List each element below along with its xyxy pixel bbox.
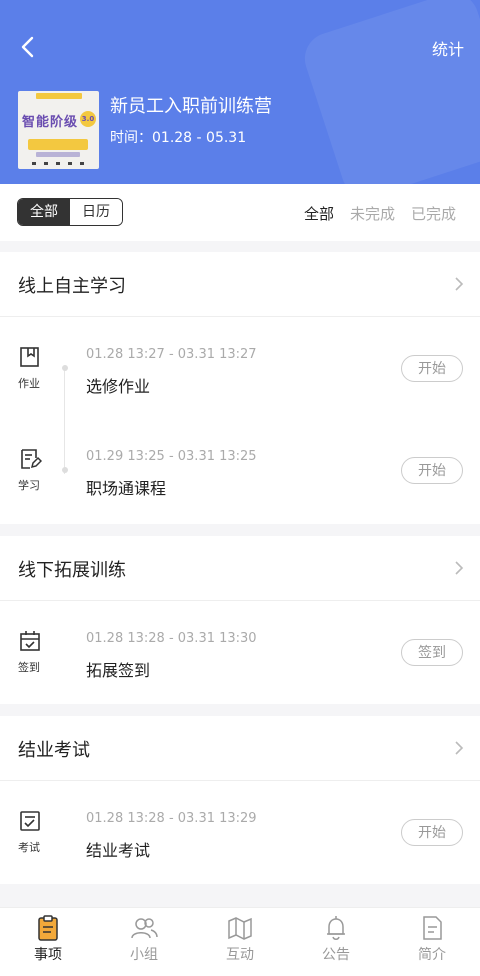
section-title: 线上自主学习 — [18, 276, 126, 297]
task-item[interactable]: 学习 01.29 13:25 - 03.31 13:25 职场通课程 开始 — [0, 419, 480, 521]
task-item[interactable]: 签到 01.28 13:28 - 03.31 13:30 拓展签到 签到 — [0, 601, 480, 703]
task-type-label: 学习 — [18, 479, 40, 492]
filter-bar: 全部 日历 全部 未完成 已完成 — [0, 184, 480, 241]
start-button[interactable]: 开始 — [401, 355, 463, 382]
tab-group[interactable]: 小组 — [96, 908, 192, 976]
start-button[interactable]: 开始 — [401, 457, 463, 484]
back-arrow-icon[interactable] — [14, 32, 44, 62]
chevron-right-icon — [455, 741, 464, 755]
segment-calendar[interactable]: 日历 — [70, 199, 122, 225]
tab-intro[interactable]: 简介 — [384, 908, 480, 976]
task-item[interactable]: 考试 01.28 13:28 - 03.31 13:29 结业考试 开始 — [0, 781, 480, 883]
task-time: 01.29 13:25 - 03.31 13:25 — [86, 449, 257, 464]
tab-label: 事项 — [34, 947, 62, 963]
section-header[interactable]: 结业考试 — [0, 716, 480, 781]
task-type-label: 签到 — [18, 661, 40, 674]
edit-doc-icon — [21, 449, 42, 469]
tab-announcement[interactable]: 公告 — [288, 908, 384, 976]
checkin-button[interactable]: 签到 — [401, 639, 463, 666]
filter-complete[interactable]: 已完成 — [411, 203, 456, 224]
section-title: 结业考试 — [18, 740, 90, 761]
section-header[interactable]: 线下拓展训练 — [0, 536, 480, 601]
chevron-right-icon — [455, 277, 464, 291]
task-name: 选修作业 — [86, 377, 151, 396]
calendar-check-icon — [20, 631, 40, 651]
course-title: 新员工入职前训练营 — [110, 96, 272, 117]
tab-items[interactable]: 事项 — [0, 908, 96, 976]
timeline-dot — [62, 365, 68, 371]
task-name: 结业考试 — [86, 841, 151, 860]
tab-label: 简介 — [418, 947, 446, 963]
chevron-right-icon — [455, 561, 464, 575]
segment-all[interactable]: 全部 — [18, 199, 70, 225]
start-button[interactable]: 开始 — [401, 819, 463, 846]
task-name: 职场通课程 — [86, 479, 167, 498]
bookmark-icon — [20, 347, 39, 367]
filter-all[interactable]: 全部 — [304, 203, 334, 224]
section-title: 线下拓展训练 — [18, 560, 126, 581]
tab-interaction[interactable]: 互动 — [192, 908, 288, 976]
stats-button[interactable]: 统计 — [432, 36, 464, 60]
course-cover-image: 智能阶级 3.0 — [18, 91, 99, 169]
map-icon — [228, 917, 252, 940]
task-time: 01.28 13:28 - 03.31 13:29 — [86, 811, 257, 826]
course-time: 时间：01.28 - 05.31 — [110, 130, 247, 146]
tab-label: 互动 — [226, 947, 254, 963]
filter-incomplete[interactable]: 未完成 — [350, 203, 395, 224]
exam-icon — [20, 811, 40, 831]
document-icon — [423, 916, 442, 940]
task-time: 01.28 13:28 - 03.31 13:30 — [86, 631, 257, 646]
tab-label: 小组 — [130, 947, 158, 963]
task-time: 01.28 13:27 - 03.31 13:27 — [86, 347, 257, 362]
status-filter-tabs: 全部 未完成 已完成 — [304, 203, 456, 224]
tab-label: 公告 — [322, 947, 350, 963]
task-item[interactable]: 作业 01.28 13:27 - 03.31 13:27 选修作业 开始 — [0, 317, 480, 419]
bottom-tab-bar: 事项 小组 互动 公告 简介 — [0, 907, 480, 976]
task-type-label: 考试 — [18, 841, 40, 854]
course-header: 统计 智能阶级 3.0 新员工入职前训练营 时间：01.28 - 05.31 — [0, 0, 480, 184]
group-icon — [131, 918, 158, 939]
section-header[interactable]: 线上自主学习 — [0, 252, 480, 317]
section-offline-training: 线下拓展训练 签到 01.28 13:28 - 03.31 13:30 拓展签到… — [0, 536, 480, 704]
timeline-dot — [62, 467, 68, 473]
task-type-label: 作业 — [18, 377, 40, 390]
task-name: 拓展签到 — [86, 661, 151, 680]
section-final-exam: 结业考试 考试 01.28 13:28 - 03.31 13:29 结业考试 开… — [0, 716, 480, 884]
bell-icon — [327, 916, 345, 940]
section-online-study: 线上自主学习 作业 01.28 13:27 - 03.31 13:27 选修作业… — [0, 252, 480, 524]
clipboard-icon — [38, 915, 58, 941]
header-decoration — [298, 0, 480, 184]
view-segmented-control: 全部 日历 — [17, 198, 123, 226]
